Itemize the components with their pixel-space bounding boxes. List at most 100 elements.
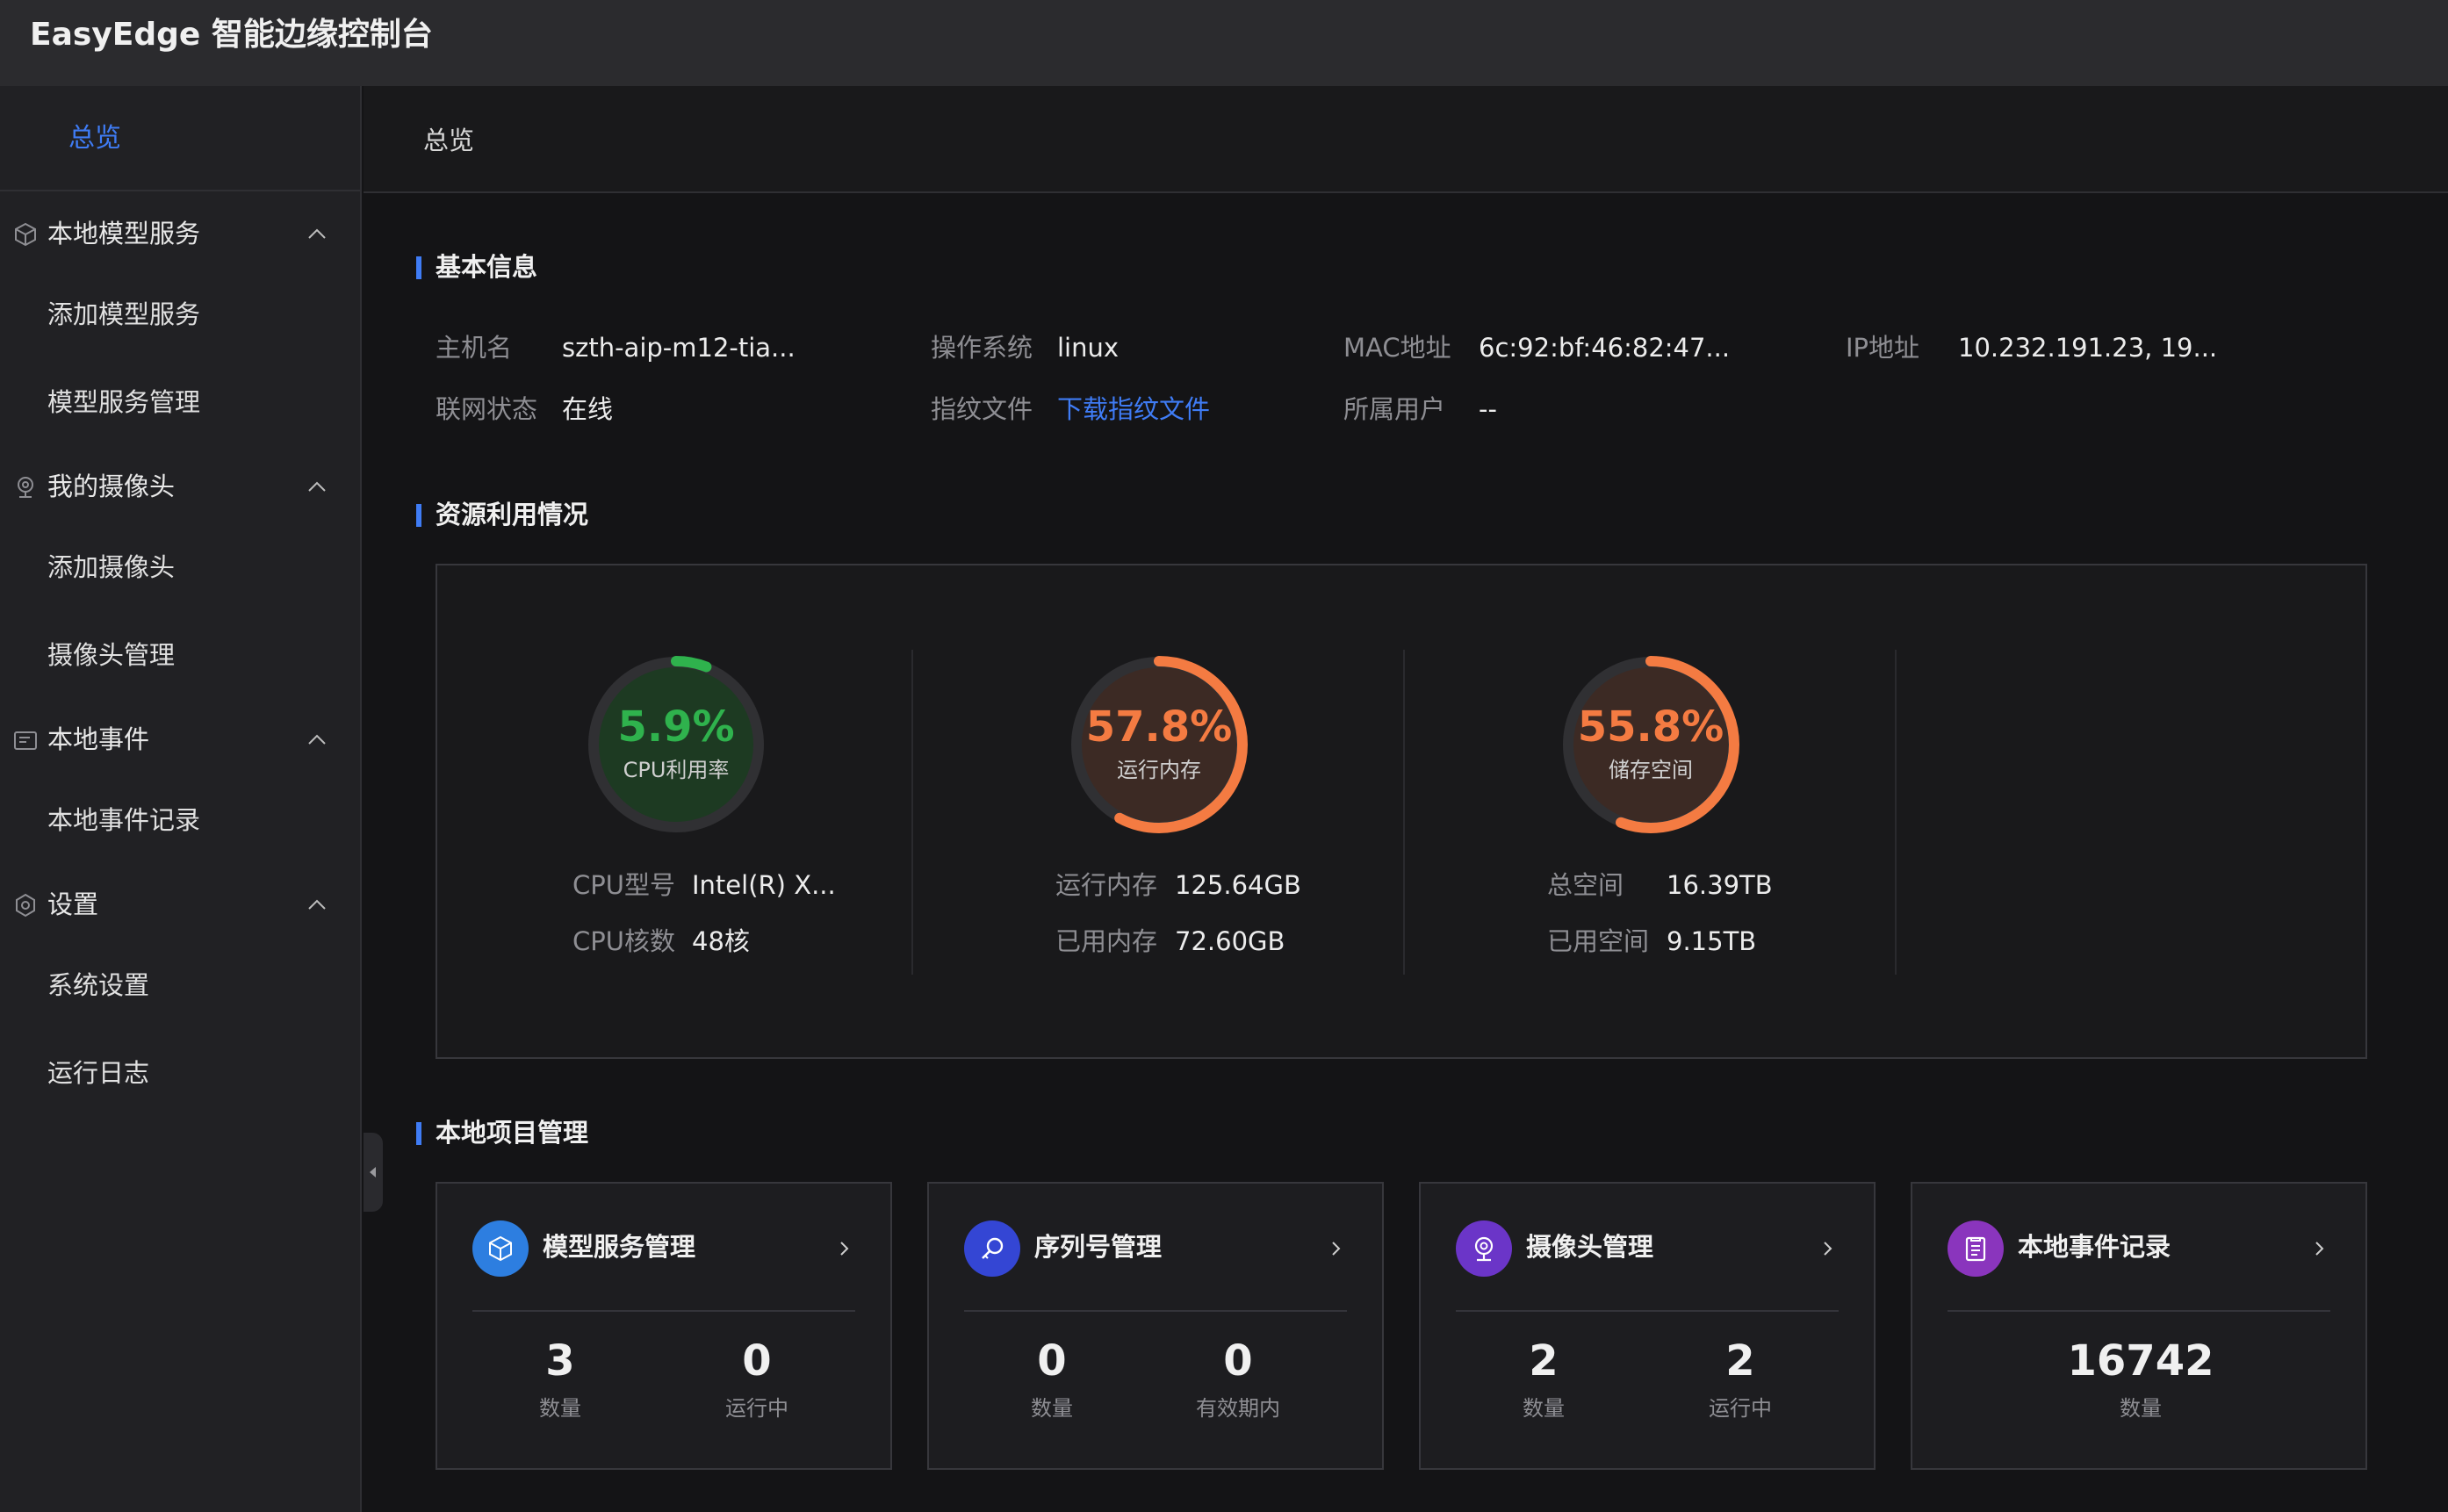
info-value: szth-aip-m12-tia... <box>562 333 796 363</box>
stat-label: 运行中 <box>1709 1396 1772 1421</box>
row-value: Intel(R) X... <box>692 870 836 900</box>
card-title: 序列号管理 <box>1034 1232 1163 1262</box>
breadcrumb: 总览 <box>364 86 2448 193</box>
info-hostname: 主机名 szth-aip-m12-tia... <box>436 330 910 365</box>
card-divider <box>964 1310 1347 1312</box>
resource-storage: 55.8% 储存空间 总空间 16.39TB 已用空间 9.15TB <box>1412 565 1904 1057</box>
card-stat: 16742 数量 <box>2053 1336 2228 1422</box>
storage-used-row: 已用空间 9.15TB <box>1547 924 1756 959</box>
resource-panel: 5.9% CPU利用率 CPU型号 Intel(R) X... CPU核数 48… <box>436 564 2367 1059</box>
download-fingerprint-link[interactable]: 下载指纹文件 <box>1057 392 1210 427</box>
storage-gauge: 55.8% 储存空间 <box>1554 648 1747 841</box>
info-fingerprint: 指纹文件 下载指纹文件 <box>931 392 1335 427</box>
sidebar-item-label: 模型服务管理 <box>47 387 201 417</box>
row-label: CPU型号 <box>572 870 675 900</box>
sidebar-item-label: 添加模型服务 <box>47 299 201 329</box>
chevron-right-icon[interactable] <box>2311 1238 2329 1259</box>
cpu-cores-row: CPU核数 48核 <box>572 924 750 959</box>
top-bar: EasyEdge 智能边缘控制台 <box>0 0 2448 86</box>
stat-number: 0 <box>742 1336 772 1386</box>
column-divider <box>911 650 913 975</box>
info-value: linux <box>1057 333 1120 363</box>
gauge-label: 运行内存 <box>1117 758 1201 782</box>
gauge-percent: 5.9% <box>617 702 735 752</box>
sidebar-item-label: 总览 <box>68 123 121 154</box>
sidebar-collapse-toggle[interactable] <box>364 1133 383 1212</box>
card-divider <box>1456 1310 1839 1312</box>
sidebar-group-settings[interactable]: 设置 <box>0 875 360 936</box>
stat-label: 数量 <box>1523 1396 1565 1421</box>
row-label: 运行内存 <box>1055 870 1158 900</box>
card-divider <box>472 1310 855 1312</box>
info-label: 联网状态 <box>436 394 538 424</box>
section-accent-bar <box>416 1122 421 1145</box>
stat-number: 16742 <box>2067 1336 2214 1386</box>
sidebar-item-run-logs[interactable]: 运行日志 <box>0 1038 360 1108</box>
sidebar-item-model-service-manage[interactable]: 模型服务管理 <box>0 367 360 437</box>
sidebar-group-my-cameras[interactable]: 我的摄像头 <box>0 457 360 518</box>
card-stat: 0 运行中 <box>669 1336 845 1422</box>
card-icon-badge <box>472 1220 529 1277</box>
card-stat: 0 数量 <box>964 1336 1140 1422</box>
card-title: 摄像头管理 <box>1526 1232 1654 1262</box>
sidebar-item-add-camera[interactable]: 添加摄像头 <box>0 532 360 602</box>
card-title: 本地事件记录 <box>2018 1232 2171 1262</box>
chevron-right-icon[interactable] <box>836 1238 853 1259</box>
info-value: 10.232.191.23, 19... <box>1958 333 2218 363</box>
cube-icon <box>15 222 36 247</box>
cpu-gauge: 5.9% CPU利用率 <box>580 648 773 841</box>
info-label: IP地址 <box>1846 333 1920 363</box>
gauge-percent: 57.8% <box>1085 702 1233 752</box>
stat-label: 运行中 <box>725 1396 788 1421</box>
info-ip: IP地址 10.232.191.23, 19... <box>1846 330 2337 365</box>
sidebar-item-camera-manage[interactable]: 摄像头管理 <box>0 620 360 690</box>
card-local-event-records[interactable]: 本地事件记录 16742 数量 <box>1911 1182 2367 1470</box>
section-accent-bar <box>416 504 421 527</box>
stat-number: 3 <box>545 1336 575 1386</box>
card-serial-number-manage[interactable]: 序列号管理 0 数量 0 有效期内 <box>927 1182 1384 1470</box>
sidebar-item-label: 添加摄像头 <box>47 552 176 582</box>
row-label: CPU核数 <box>572 926 675 956</box>
sidebar-group-label: 设置 <box>47 889 99 919</box>
card-model-service-manage[interactable]: 模型服务管理 3 数量 0 运行中 <box>436 1182 892 1470</box>
sidebar-group-local-events[interactable]: 本地事件 <box>0 709 360 771</box>
card-camera-manage[interactable]: 摄像头管理 2 数量 2 运行中 <box>1419 1182 1876 1470</box>
storage-total-row: 总空间 16.39TB <box>1547 868 1773 903</box>
row-value: 125.64GB <box>1175 870 1301 900</box>
sidebar-item-add-model-service[interactable]: 添加模型服务 <box>0 279 360 349</box>
resource-cpu: 5.9% CPU利用率 CPU型号 Intel(R) X... CPU核数 48… <box>437 565 929 1057</box>
card-divider <box>1948 1310 2330 1312</box>
row-label: 已用内存 <box>1055 926 1158 956</box>
app-title: EasyEdge 智能边缘控制台 <box>30 17 433 53</box>
camera-icon <box>1474 1236 1494 1262</box>
section-title-text: 资源利用情况 <box>436 500 589 529</box>
row-value: 9.15TB <box>1667 926 1757 956</box>
sidebar-group-label: 本地事件 <box>47 724 150 754</box>
chevron-right-icon[interactable] <box>1328 1238 1345 1259</box>
info-label: 操作系统 <box>931 333 1033 363</box>
card-icon-badge <box>964 1220 1020 1277</box>
sidebar-item-system-settings[interactable]: 系统设置 <box>0 950 360 1020</box>
sidebar-item-label: 系统设置 <box>47 970 150 1000</box>
row-value: 48核 <box>692 926 750 956</box>
card-icon-badge <box>1948 1220 2004 1277</box>
sidebar-item-label: 摄像头管理 <box>47 640 176 670</box>
cpu-model-row: CPU型号 Intel(R) X... <box>572 868 836 903</box>
sidebar-item-label: 本地事件记录 <box>47 805 201 835</box>
sidebar: 总览 本地模型服务 添加模型服务 模型服务管理 我的摄像头 添加摄像头 摄像头管… <box>0 86 362 1512</box>
info-network-status: 联网状态 在线 <box>436 392 910 427</box>
gauge-label: 储存空间 <box>1609 758 1693 782</box>
sidebar-item-overview[interactable]: 总览 <box>0 86 360 191</box>
sidebar-group-label: 本地模型服务 <box>47 219 201 248</box>
chevron-up-icon <box>308 228 326 239</box>
chevron-up-icon <box>308 734 326 745</box>
card-stat: 2 运行中 <box>1652 1336 1828 1422</box>
section-title-text: 基本信息 <box>436 252 538 282</box>
row-label: 已用空间 <box>1547 926 1650 956</box>
sidebar-item-local-event-records[interactable]: 本地事件记录 <box>0 785 360 855</box>
chevron-right-icon[interactable] <box>1819 1238 1837 1259</box>
stat-number: 0 <box>1037 1336 1067 1386</box>
cube-icon <box>489 1235 512 1262</box>
sidebar-group-local-model-service[interactable]: 本地模型服务 <box>0 204 360 265</box>
stat-label: 数量 <box>1031 1396 1073 1421</box>
